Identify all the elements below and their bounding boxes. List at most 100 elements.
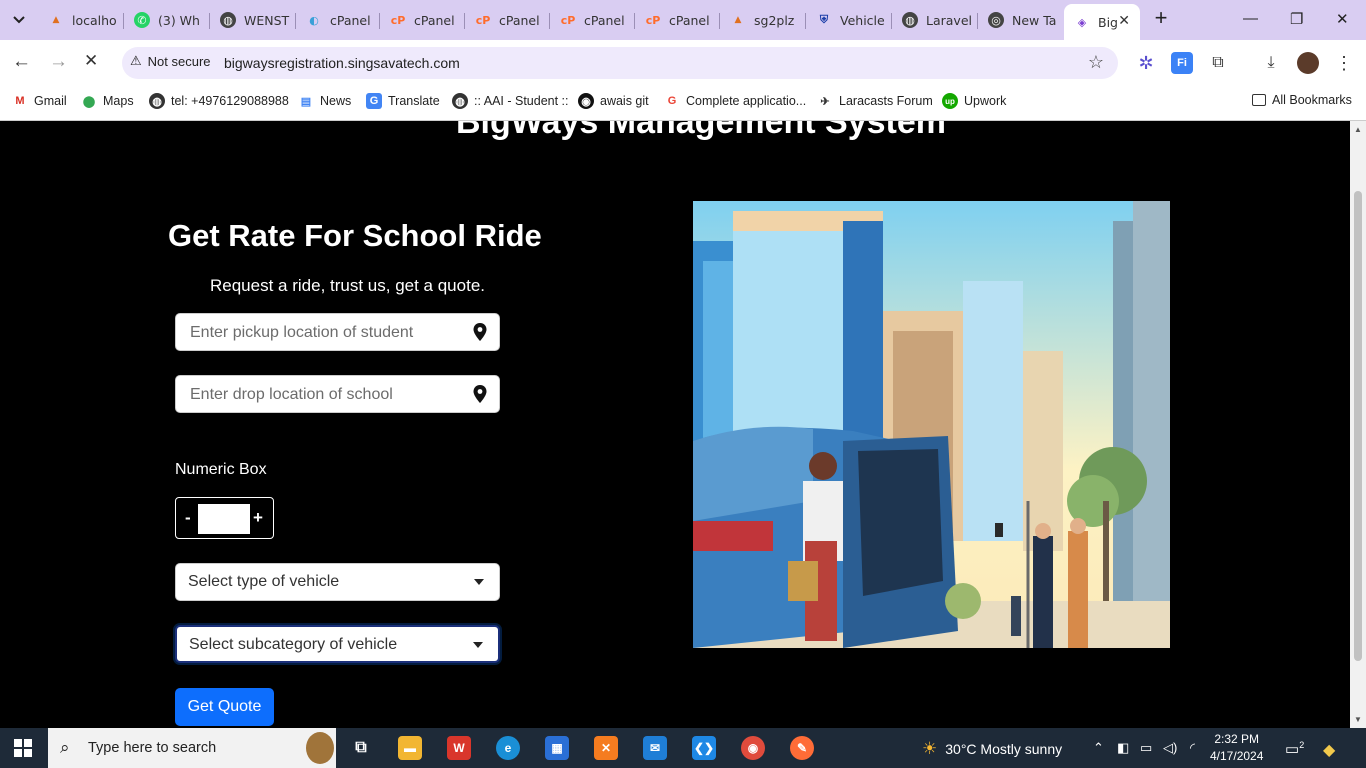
vehicle-type-value: Select type of vehicle xyxy=(188,573,340,590)
extensions-puzzle-icon[interactable]: ⧉ xyxy=(1207,52,1229,74)
xampp-icon[interactable]: ✕ xyxy=(594,736,618,760)
wifi-icon[interactable]: ◜ xyxy=(1190,740,1195,756)
tab-cpanel-login[interactable]: ◐ cPanel xyxy=(296,4,380,36)
tab-cpanel[interactable]: cP cPanel xyxy=(635,4,720,36)
close-icon[interactable]: ✕ xyxy=(1118,13,1130,29)
increment-button[interactable]: + xyxy=(253,508,263,528)
tab-cpanel[interactable]: cP cPanel xyxy=(465,4,550,36)
bookmark-gmail[interactable]: M Gmail xyxy=(12,93,66,109)
scroll-up-icon[interactable]: ▲ xyxy=(1354,125,1362,134)
tab-search-button[interactable] xyxy=(6,8,32,32)
bookmark-news[interactable]: ▤ News xyxy=(298,93,351,109)
drop-input[interactable] xyxy=(188,376,462,414)
page-scrollbar[interactable]: ▲ ▼ xyxy=(1350,121,1366,728)
all-bookmarks[interactable]: All Bookmarks xyxy=(1252,93,1352,107)
location-pin-icon[interactable] xyxy=(473,323,487,341)
decrement-button[interactable]: - xyxy=(185,508,191,528)
task-view-icon[interactable]: ⧉ xyxy=(349,736,373,760)
menu-kebab-icon[interactable]: ⋮ xyxy=(1333,52,1355,74)
weather-widget[interactable]: ☀ 30°C Mostly sunny xyxy=(922,739,1062,759)
tab-sg2plz[interactable]: ▲ sg2plz xyxy=(720,4,806,36)
tab-new-tab[interactable]: ◎ New Ta xyxy=(978,4,1062,36)
tab-whatsapp[interactable]: ✆ (3) Wh xyxy=(124,4,210,36)
upwork-icon: up xyxy=(942,93,958,109)
weather-text: 30°C Mostly sunny xyxy=(945,741,1063,757)
globe-icon: ◍ xyxy=(149,93,165,109)
security-label: Not secure xyxy=(147,53,211,69)
vehicle-subcategory-select[interactable]: Select subcategory of vehicle xyxy=(175,625,500,663)
restore-icon[interactable]: ❐ xyxy=(1290,10,1303,28)
tab-title: Vehicle xyxy=(840,12,885,28)
back-icon[interactable]: ← xyxy=(12,51,31,73)
tab-bigways-active[interactable]: ◈ Big ✕ xyxy=(1064,4,1140,40)
bookmark-complete-application[interactable]: G Complete applicatio... xyxy=(664,93,806,109)
minimize-icon[interactable]: — xyxy=(1243,10,1258,27)
folder-icon xyxy=(1252,94,1266,106)
security-indicator[interactable]: ⚠ Not secure xyxy=(130,53,211,69)
stop-loading-icon[interactable]: ✕ xyxy=(84,51,98,71)
pickup-input[interactable] xyxy=(188,314,462,352)
numeric-box-label: Numeric Box xyxy=(175,461,267,478)
taskbar-search-box[interactable]: ⌕ Type here to search xyxy=(48,728,336,768)
close-window-icon[interactable]: ✕ xyxy=(1336,10,1349,28)
taskbar-clock[interactable]: 2:32 PM 4/17/2024 xyxy=(1210,731,1263,765)
search-icon: ⌕ xyxy=(60,738,70,757)
scrollbar-thumb[interactable] xyxy=(1354,191,1362,661)
tab-localhost[interactable]: ▲ localho xyxy=(38,4,124,36)
store-icon[interactable]: ▦ xyxy=(545,736,569,760)
cpanel-icon: cP xyxy=(390,13,406,27)
edge-icon[interactable]: e xyxy=(496,736,520,760)
bookmark-maps[interactable]: ⬤ Maps xyxy=(81,93,134,109)
vehicle-type-select[interactable]: Select type of vehicle xyxy=(175,563,500,601)
bookmark-laracasts[interactable]: ✈ Laracasts Forum xyxy=(817,93,932,109)
wps-office-icon[interactable]: W xyxy=(447,736,471,760)
forward-icon[interactable]: → xyxy=(49,51,68,73)
scroll-down-icon[interactable]: ▼ xyxy=(1354,715,1362,724)
volume-icon[interactable]: ◁) xyxy=(1163,740,1177,756)
phpmyadmin-icon: ▲ xyxy=(734,15,742,25)
get-quote-button[interactable]: Get Quote xyxy=(175,688,274,726)
bookmark-label: Upwork xyxy=(964,94,1007,108)
battery-icon[interactable]: ▭ xyxy=(1140,740,1152,756)
tab-cpanel[interactable]: cP cPanel xyxy=(380,4,465,36)
postman-icon[interactable]: ✎ xyxy=(790,736,814,760)
extension-fi-icon[interactable]: Fi xyxy=(1171,52,1193,74)
bookmark-upwork[interactable]: up Upwork xyxy=(942,93,1006,109)
notification-icon[interactable]: ▭2 xyxy=(1285,740,1304,758)
copilot-icon[interactable]: ◆ xyxy=(1323,740,1335,760)
extension-gear-icon[interactable]: ✲ xyxy=(1135,52,1157,74)
bookmark-tel[interactable]: ◍ tel: +4976129088988 xyxy=(149,93,289,109)
bookmark-aai[interactable]: ◍:: AAI - Student :: xyxy=(452,93,569,109)
location-pin-icon[interactable] xyxy=(473,385,487,403)
bookmark-translate[interactable]: G Translate xyxy=(366,93,440,109)
bookmark-awais-git[interactable]: ◉ awais git xyxy=(578,93,649,109)
file-explorer-icon[interactable]: ▬ xyxy=(398,736,422,760)
chrome-taskbar-icon[interactable]: ◉ xyxy=(741,736,765,760)
caret-down-icon xyxy=(474,579,484,585)
bookmark-star-icon[interactable]: ☆ xyxy=(1088,52,1104,73)
tab-wenst[interactable]: ◍ WENST xyxy=(210,4,296,36)
tab-title: (3) Wh xyxy=(158,12,200,28)
pickup-field[interactable] xyxy=(175,313,500,352)
vscode-icon[interactable]: ❮❯ xyxy=(692,736,716,760)
profile-avatar[interactable] xyxy=(1297,52,1319,74)
url-text[interactable]: bigwaysregistration.singsavatech.com xyxy=(224,55,460,71)
tab-vehicle[interactable]: ⛨ Vehicle xyxy=(806,4,892,36)
meet-icon[interactable]: ◧ xyxy=(1117,740,1129,756)
all-bookmarks-label: All Bookmarks xyxy=(1272,93,1352,107)
address-bar[interactable]: ⚠ Not secure bigwaysregistration.singsav… xyxy=(122,47,1118,79)
windows-start-icon[interactable] xyxy=(14,739,32,757)
globe-icon: ◍ xyxy=(220,12,236,28)
mail-icon[interactable]: ✉ xyxy=(643,736,667,760)
bookmark-label: Complete applicatio... xyxy=(686,94,807,108)
new-tab-button[interactable]: + xyxy=(1150,7,1172,30)
chevron-down-icon xyxy=(13,16,25,24)
tab-cpanel[interactable]: cP cPanel xyxy=(550,4,635,36)
numeric-input[interactable] xyxy=(198,504,250,534)
download-icon[interactable]: ⤓ xyxy=(1260,52,1282,74)
tray-chevron-icon[interactable]: ⌃ xyxy=(1093,740,1104,756)
drop-field[interactable] xyxy=(175,375,500,414)
tab-laravel[interactable]: ◍ Laravel xyxy=(892,4,978,36)
news-icon: ▤ xyxy=(300,95,312,108)
search-highlight-image xyxy=(306,732,334,764)
